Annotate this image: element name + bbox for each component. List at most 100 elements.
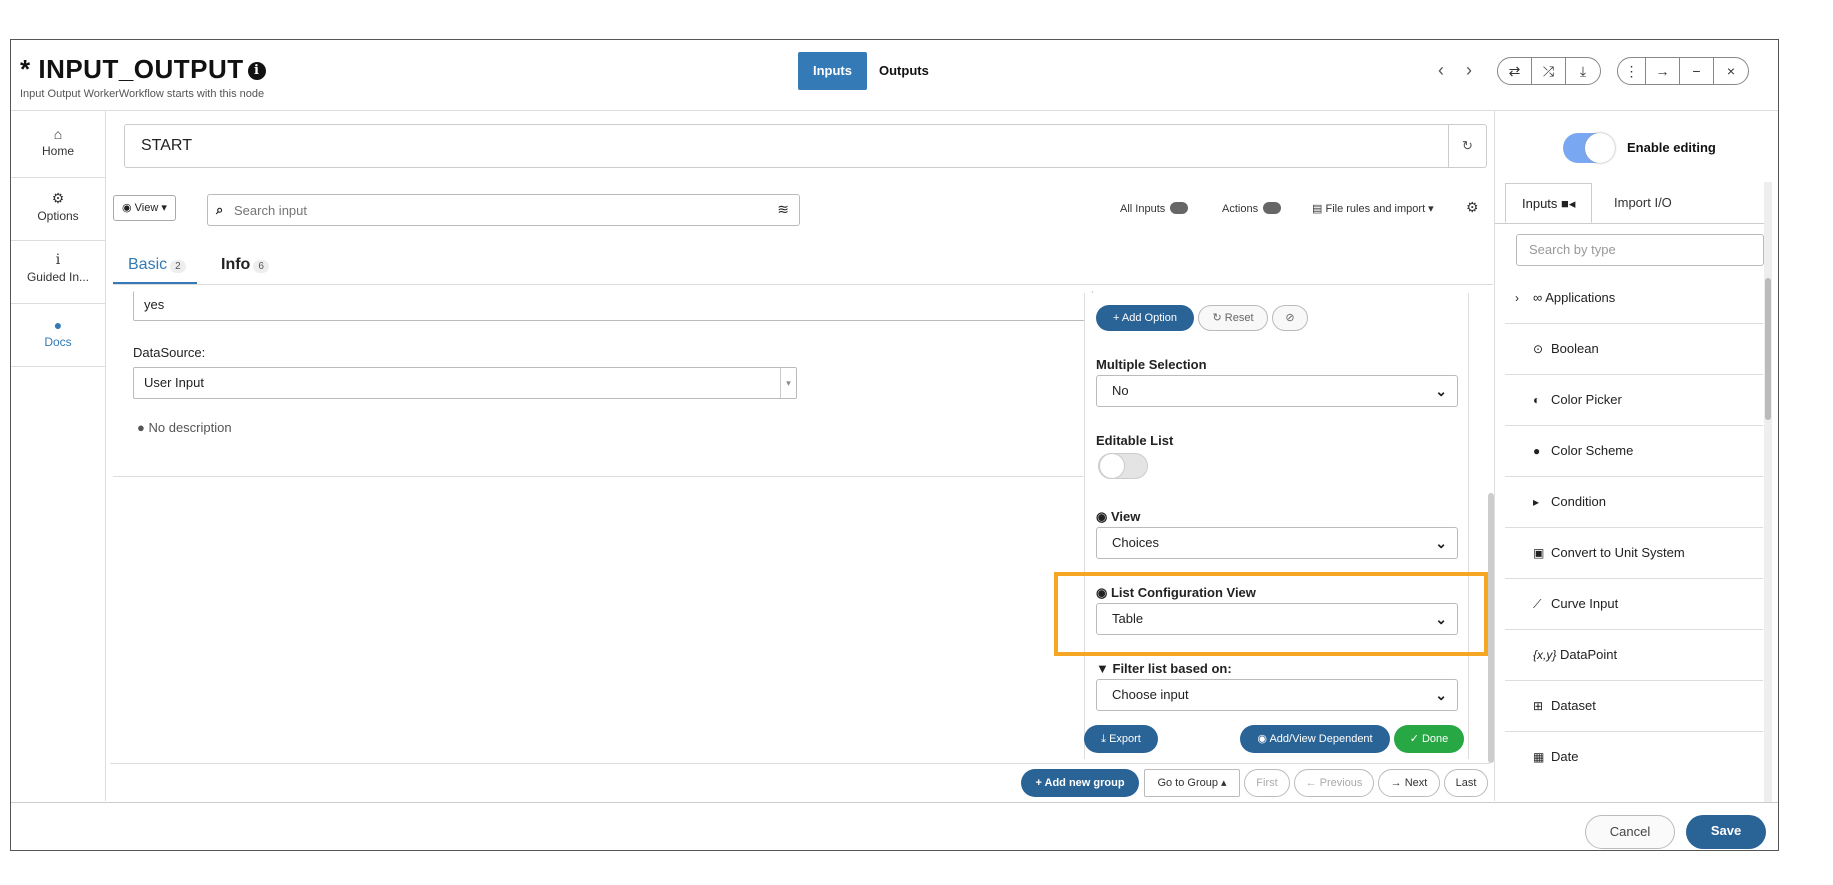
type-item-date[interactable]: ▦ Date (1505, 732, 1763, 802)
arrow-right-icon[interactable]: → (1646, 58, 1680, 84)
chevron-right-icon[interactable]: › (1466, 60, 1472, 81)
tab-info[interactable]: Info 6 (221, 256, 269, 274)
scrollbar-thumb[interactable] (1765, 278, 1771, 420)
info-circle-icon: ● (53, 317, 63, 333)
calendar-icon: ▦ (1533, 750, 1545, 764)
file-icon: ▤ (1312, 203, 1323, 215)
add-option-button[interactable]: + Add Option (1096, 305, 1194, 331)
tabs-divider (113, 284, 1493, 285)
refresh-icon[interactable]: ↻ (1448, 125, 1486, 167)
save-button[interactable]: Save (1686, 815, 1766, 849)
eye-icon: ◉ (122, 202, 132, 214)
list-config-select[interactable]: Table ⌄ (1096, 603, 1458, 635)
search-icon: ⌕ (216, 202, 224, 217)
unit-icon: ▣ (1533, 546, 1545, 560)
swap-icon[interactable]: ⇄ (1498, 58, 1532, 84)
previous-page-button[interactable]: ← Previous (1294, 769, 1374, 797)
nav-separator (11, 303, 105, 304)
link-icon: ∞ (1533, 290, 1543, 305)
type-item-color-scheme[interactable]: ● Color Scheme (1505, 426, 1763, 477)
all-inputs-toggle[interactable]: All Inputs (1120, 202, 1189, 215)
close-icon[interactable]: × (1714, 58, 1748, 84)
filter-icon: ▼ (1096, 661, 1109, 676)
chevron-down-icon: ⌄ (1435, 611, 1447, 627)
toggle-pill-icon (1263, 202, 1282, 214)
type-item-curve-input[interactable]: ⟋ Curve Input (1505, 579, 1763, 630)
editable-list-toggle[interactable] (1098, 453, 1148, 479)
multiple-selection-label: Multiple Selection (1096, 357, 1207, 372)
actions-toggle[interactable]: Actions (1222, 202, 1282, 215)
enable-editing-toggle[interactable] (1563, 133, 1615, 163)
file-rules-dropdown[interactable]: ▤ File rules and import ▾ (1312, 202, 1434, 215)
tab-basic[interactable]: Basic 2 (128, 256, 186, 274)
tab-sidebar-inputs[interactable]: Inputs ■◂ (1505, 183, 1593, 223)
view-select[interactable]: Choices ⌄ (1096, 527, 1458, 559)
filter-select[interactable]: Choose input ⌄ (1096, 679, 1458, 711)
home-icon: ⌂ (53, 126, 63, 142)
view-dropdown-button[interactable]: ◉ View ▾ (113, 195, 176, 221)
check-icon: ✓ (1409, 733, 1419, 745)
download-icon[interactable]: ⤓ (1566, 58, 1600, 84)
nav-home[interactable]: ⌂ Home (11, 126, 105, 158)
download-icon: ⤓ (1101, 733, 1106, 745)
video-icon: ■◂ (1561, 196, 1576, 211)
type-item-condition[interactable]: ▸ Condition (1505, 477, 1763, 528)
go-to-group-button[interactable]: Go to Group ▴ (1144, 769, 1240, 797)
content-divider (110, 763, 1490, 764)
search-input[interactable] (234, 200, 734, 220)
refresh-icon: ↻ (1212, 312, 1222, 324)
nav-options[interactable]: ⚙ Options (11, 190, 105, 223)
type-item-applications[interactable]: › ∞ Applications (1505, 273, 1763, 324)
enable-editing-label: Enable editing (1627, 140, 1716, 155)
node-name-value: START (141, 137, 192, 154)
window-controls: ⋮ → − × (1617, 57, 1749, 85)
filter-sliders-icon[interactable]: ≋ (777, 201, 789, 218)
toggle-knob (1585, 133, 1615, 163)
view-label: ◉ View (1096, 509, 1141, 524)
chevron-left-icon[interactable]: ‹ (1438, 60, 1444, 81)
search-input-box[interactable]: ⌕ ≋ (207, 194, 800, 226)
more-vertical-icon[interactable]: ⋮ (1618, 58, 1646, 84)
done-button[interactable]: ✓ Done (1394, 725, 1464, 753)
shuffle-icon[interactable]: ⤮ (1532, 58, 1566, 84)
cancel-button[interactable]: Cancel (1585, 815, 1675, 849)
info-icon[interactable]: i (247, 62, 266, 80)
next-page-button[interactable]: → Next (1378, 769, 1440, 797)
table-icon: ⊞ (1533, 699, 1544, 713)
tab-count-badge: 2 (170, 260, 186, 273)
node-name-field[interactable]: START ↻ (124, 124, 1487, 168)
first-page-button[interactable]: First (1244, 769, 1290, 797)
type-item-boolean[interactable]: ⊙ Boolean (1505, 324, 1763, 375)
export-button[interactable]: ⤓ Export (1084, 725, 1158, 753)
gear-icon[interactable]: ⚙ (1466, 199, 1479, 216)
add-new-group-button[interactable]: + Add new group (1021, 769, 1139, 797)
type-item-color-picker[interactable]: ◐ Color Picker (1505, 375, 1763, 426)
reset-button[interactable]: ↻ Reset (1198, 305, 1268, 331)
value-field[interactable]: yes (133, 291, 1093, 321)
tab-outputs[interactable]: Outputs (864, 52, 944, 90)
last-page-button[interactable]: Last (1444, 769, 1488, 797)
arrow-left-icon: ← (1305, 777, 1317, 789)
sidebar-scrollbar[interactable] (1764, 182, 1772, 802)
nav-separator (11, 366, 105, 367)
footer-divider (11, 802, 1778, 803)
no-description: ● No description (137, 420, 232, 435)
nav-guided[interactable]: i Guided In... (11, 252, 105, 284)
tab-inputs[interactable]: Inputs (798, 52, 867, 90)
info-circle-icon: ● (137, 420, 145, 435)
type-item-dataset[interactable]: ⊞ Dataset (1505, 681, 1763, 732)
nav-docs[interactable]: ● Docs (11, 317, 105, 349)
eye-icon: ◉ (1096, 509, 1108, 524)
attach-icon[interactable]: ⊘ (1272, 305, 1308, 331)
type-item-datapoint[interactable]: {x,y} DataPoint (1505, 630, 1763, 681)
multiple-selection-select[interactable]: No ⌄ (1096, 375, 1458, 407)
type-search-input[interactable]: Search by type (1516, 234, 1764, 266)
datasource-select[interactable]: User Input ▾ (133, 367, 797, 399)
minimize-icon[interactable]: − (1680, 58, 1714, 84)
editable-list-label: Editable List (1096, 433, 1174, 448)
filter-label: ▼ Filter list based on: (1096, 661, 1232, 676)
arrow-right-icon: → (1390, 777, 1402, 789)
tab-import-io[interactable]: Import I/O (1598, 183, 1688, 223)
type-item-convert-unit[interactable]: ▣ Convert to Unit System (1505, 528, 1763, 579)
add-view-dependent-button[interactable]: ◉ Add/View Dependent (1240, 725, 1390, 753)
